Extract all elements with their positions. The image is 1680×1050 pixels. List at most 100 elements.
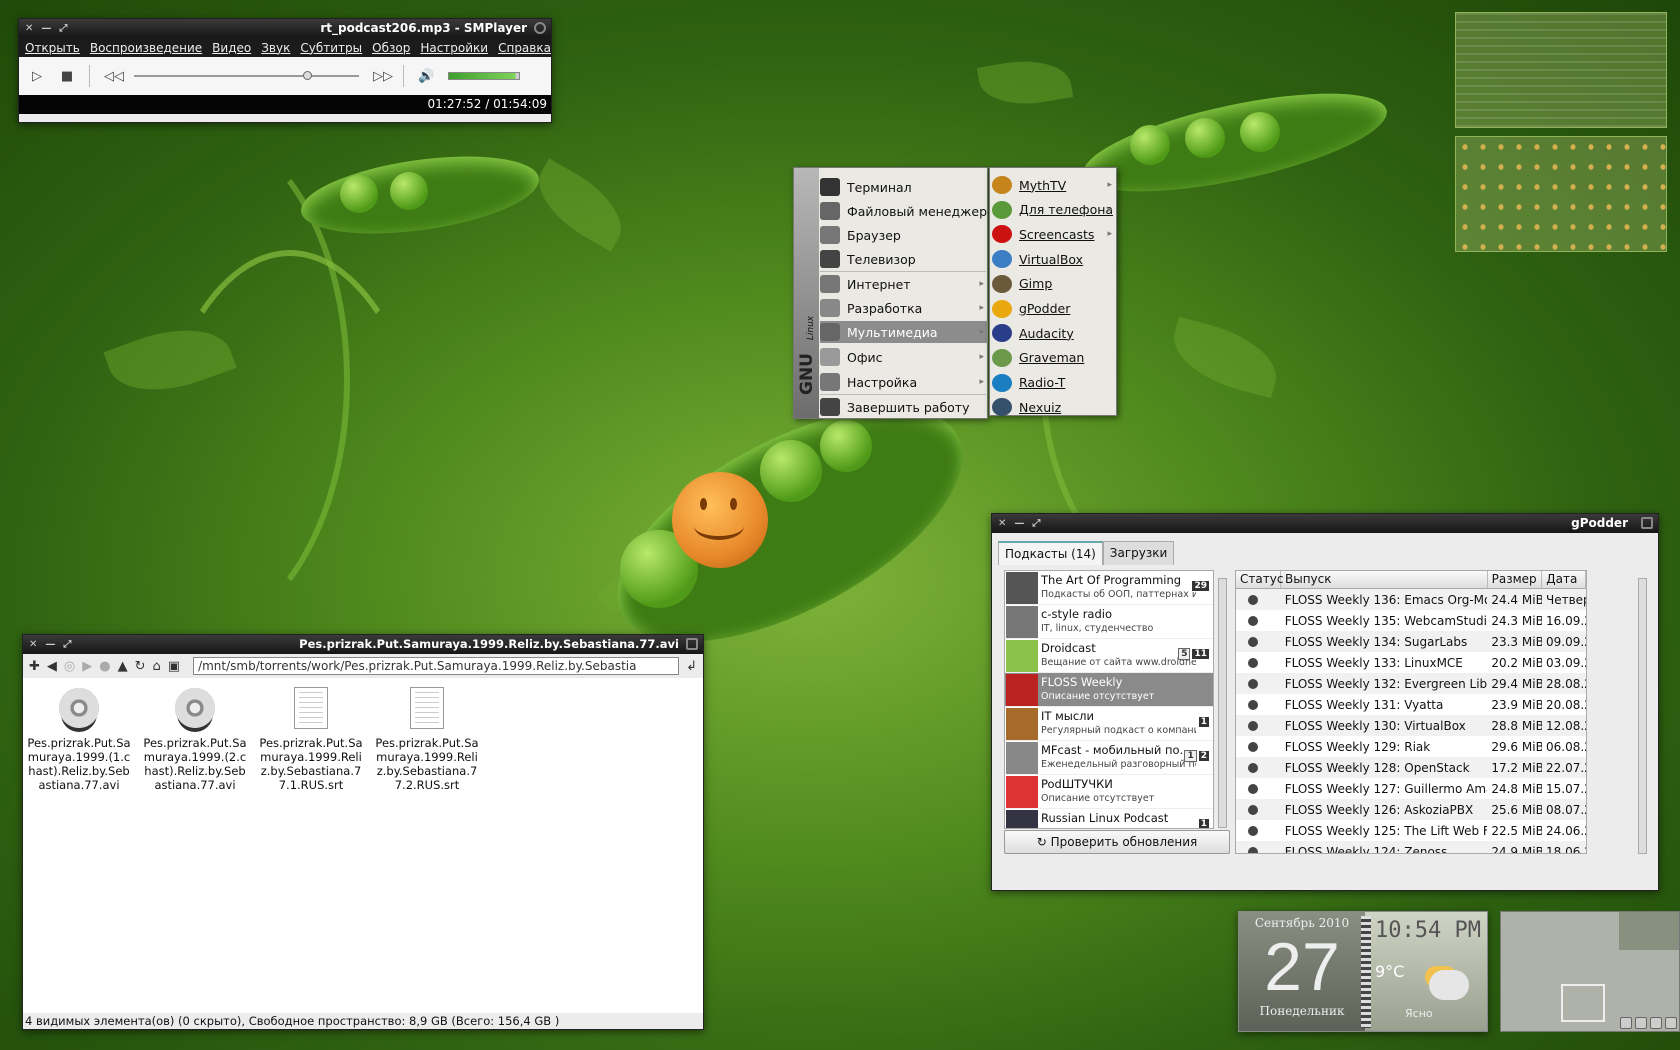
workspace-2[interactable]: [1455, 136, 1667, 252]
play-icon[interactable]: ▷: [29, 69, 45, 84]
user-icon[interactable]: [1650, 1017, 1662, 1029]
volume-icon[interactable]: 🔊: [418, 69, 434, 84]
podcast-item[interactable]: The Art Of Programming Подкасты об ООП, п…: [1005, 571, 1213, 605]
podcast-item[interactable]: MFcast - мобильный по... Еженедельный раз…: [1005, 741, 1213, 775]
file-view[interactable]: Pes.prizrak.Put.Samuraya.1999.(1.chast).…: [23, 678, 703, 1013]
smplayer-titlebar[interactable]: ✕ — ⤢ rt_podcast206.mp3 - SMPlayer: [19, 19, 551, 38]
new-icon[interactable]: ✚: [29, 659, 40, 674]
file-item[interactable]: Pes.prizrak.Put.Samuraya.1999.(2.chast).…: [141, 686, 249, 792]
episode-row[interactable]: FLOSS Weekly 134: SugarLabs 23.3 MiB 09.09…: [1236, 631, 1586, 652]
menu-browse[interactable]: Обзор: [372, 41, 410, 55]
reload-icon[interactable]: ↻: [135, 659, 146, 674]
menu-item[interactable]: Интернет ▸: [820, 273, 988, 295]
podcast-item[interactable]: Droidcast Вещание от сайта www.droidnew..…: [1005, 639, 1213, 673]
desktop-preview[interactable]: [1500, 911, 1680, 1032]
menu-item[interactable]: Файловый менеджер: [820, 200, 988, 222]
stop-icon[interactable]: ●: [99, 659, 110, 674]
submenu-item[interactable]: Nexuiz: [992, 396, 1116, 418]
menu-item[interactable]: Терминал: [820, 176, 988, 198]
podcast-item[interactable]: Russian Linux Podcast Все новое и интерес…: [1005, 809, 1213, 828]
submenu-item[interactable]: Graveman: [992, 347, 1116, 369]
stop-icon[interactable]: ■: [59, 69, 75, 84]
episode-row[interactable]: FLOSS Weekly 125: The Lift Web Fr... 22.5…: [1236, 820, 1586, 841]
tab-podcasts[interactable]: Подкасты (14): [998, 541, 1103, 565]
home-icon[interactable]: ⌂: [153, 659, 161, 674]
close-icon[interactable]: ✕: [998, 518, 1006, 529]
fm-titlebar[interactable]: ✕ — ⤢ Pes.prizrak.Put.Samuraya.1999.Reliz.…: [23, 635, 703, 654]
maximize-icon[interactable]: ⤢: [1032, 518, 1040, 529]
file-item[interactable]: Pes.prizrak.Put.Samuraya.1999.Reliz.by.S…: [373, 686, 481, 792]
forward-icon[interactable]: ▶: [82, 659, 92, 674]
minimize-icon[interactable]: —: [41, 23, 51, 34]
search-icon[interactable]: [1620, 1017, 1632, 1029]
submenu-item[interactable]: Для телефона ▸: [992, 199, 1116, 221]
menu-settings[interactable]: Настройки: [420, 41, 488, 55]
up-icon[interactable]: ▲: [118, 659, 128, 674]
menu-item[interactable]: Телевизор: [820, 248, 988, 270]
podcast-item[interactable]: PodШТУЧКИ Описание отсутствует: [1005, 775, 1213, 809]
file-item[interactable]: Pes.prizrak.Put.Samuraya.1999.Reliz.by.S…: [257, 686, 365, 792]
menu-open[interactable]: Открыть: [25, 41, 80, 55]
close-icon[interactable]: ✕: [25, 23, 33, 34]
forward-icon[interactable]: ▷▷: [373, 69, 393, 84]
episode-row[interactable]: FLOSS Weekly 124: Zenoss 24.9 MiB 18.06.20…: [1236, 841, 1586, 853]
network-icon[interactable]: [1635, 1017, 1647, 1029]
flag-icon[interactable]: [1665, 1017, 1677, 1029]
menu-item[interactable]: Мультимедиа ▸: [820, 321, 988, 343]
menu-help[interactable]: Справка: [498, 41, 551, 55]
podcast-item[interactable]: c-style radio IT, linux, студенчество: [1005, 605, 1213, 639]
minimize-icon[interactable]: —: [1014, 518, 1024, 529]
menu-video[interactable]: Видео: [212, 41, 251, 55]
volume-slider[interactable]: [448, 72, 520, 80]
episode-row[interactable]: FLOSS Weekly 136: Emacs Org-Mode 24.4 MiB…: [1236, 589, 1586, 610]
podcast-item[interactable]: IT мысли Регулярный подкаст о компани... 1: [1005, 707, 1213, 741]
workspace-1[interactable]: [1455, 12, 1667, 128]
minimize-icon[interactable]: —: [45, 639, 55, 650]
menu-item[interactable]: Браузер: [820, 224, 988, 246]
submenu-item[interactable]: gPodder: [992, 298, 1116, 320]
col-size[interactable]: Размер: [1488, 571, 1543, 588]
col-status[interactable]: Статус: [1236, 571, 1283, 588]
submenu-item[interactable]: MythTV ▸: [992, 174, 1116, 196]
seek-slider[interactable]: [134, 71, 359, 80]
episode-row[interactable]: FLOSS Weekly 129: Riak 29.6 MiB 06.08.2010: [1236, 736, 1586, 757]
seek-handle[interactable]: [303, 71, 313, 80]
check-updates-button[interactable]: ↻ Проверить обновления: [1004, 830, 1230, 854]
rewind-icon[interactable]: ◁◁: [104, 69, 124, 84]
tab-downloads[interactable]: Загрузки: [1102, 541, 1175, 565]
maximize-icon[interactable]: ⤢: [63, 639, 71, 650]
col-date[interactable]: Дата: [1542, 571, 1586, 588]
bookmark-icon[interactable]: ◎: [64, 659, 75, 674]
episode-scrollbar[interactable]: [1638, 578, 1647, 854]
menu-item[interactable]: Настройка ▸: [820, 371, 988, 393]
episode-row[interactable]: FLOSS Weekly 132: Evergreen Libra...29.4…: [1236, 673, 1586, 694]
episode-row[interactable]: FLOSS Weekly 126: AskoziaPBX 25.6 MiB 08.0…: [1236, 799, 1586, 820]
file-item[interactable]: Pes.prizrak.Put.Samuraya.1999.(1.chast).…: [25, 686, 133, 792]
back-icon[interactable]: ◀: [47, 659, 57, 674]
menu-subtitles[interactable]: Субтитры: [300, 41, 362, 55]
submenu-item[interactable]: Gimp: [992, 273, 1116, 295]
menu-item[interactable]: Офис ▸: [820, 346, 988, 368]
go-icon[interactable]: ↲: [686, 659, 697, 674]
menu-playback[interactable]: Воспроизведение: [90, 41, 202, 55]
submenu-item[interactable]: Audacity: [992, 322, 1116, 344]
menu-item[interactable]: Завершить работу: [820, 396, 988, 418]
episode-row[interactable]: FLOSS Weekly 131: Vyatta 23.9 MiB 20.08.20…: [1236, 694, 1586, 715]
close-icon[interactable]: ✕: [29, 639, 37, 650]
submenu-item[interactable]: VirtualBox: [992, 248, 1116, 270]
maximize-icon[interactable]: ⤢: [59, 23, 67, 34]
podcast-scrollbar[interactable]: [1218, 578, 1227, 828]
episode-row[interactable]: FLOSS Weekly 127: Guillermo Amaral 24.8 M…: [1236, 778, 1586, 799]
submenu-item[interactable]: Screencasts ▸: [992, 223, 1116, 245]
episode-row[interactable]: FLOSS Weekly 128: OpenStack 17.2 MiB 22.07…: [1236, 757, 1586, 778]
podcast-item[interactable]: FLOSS Weekly Описание отсутствует: [1005, 673, 1213, 707]
path-input[interactable]: /mnt/smb/torrents/work/Pes.prizrak.Put.S…: [193, 657, 680, 675]
menu-audio[interactable]: Звук: [261, 41, 290, 55]
submenu-item[interactable]: Radio-T: [992, 372, 1116, 394]
episode-row[interactable]: FLOSS Weekly 133: LinuxMCE 20.2 MiB 03.09.…: [1236, 652, 1586, 673]
gpodder-titlebar[interactable]: ✕ — ⤢ gPodder: [992, 514, 1658, 533]
col-episode[interactable]: Выпуск: [1281, 571, 1488, 588]
menu-item[interactable]: Разработка ▸: [820, 297, 988, 319]
view-icon[interactable]: ▣: [168, 659, 180, 674]
episode-row[interactable]: FLOSS Weekly 135: WebcamStudio 24.3 MiB 16…: [1236, 610, 1586, 631]
